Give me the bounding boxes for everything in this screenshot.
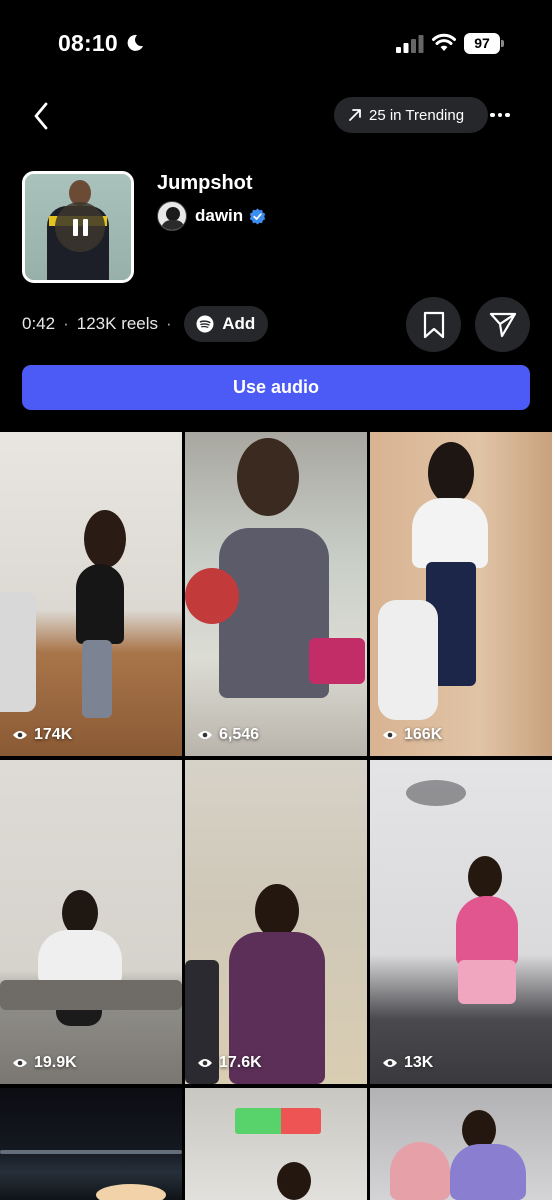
eye-icon (198, 731, 212, 739)
trending-arrow-icon (349, 109, 361, 121)
share-audio-button[interactable] (475, 297, 530, 352)
trending-label: 25 in Trending (369, 106, 465, 124)
eye-icon (13, 731, 27, 739)
back-chevron-icon (34, 102, 48, 130)
add-label: Add (222, 314, 256, 333)
verified-icon (249, 208, 266, 224)
back-button[interactable] (26, 98, 56, 134)
bookmark-icon (423, 311, 444, 338)
view-count-label: 166K (404, 726, 443, 743)
use-audio-button[interactable]: Use audio (22, 365, 530, 410)
spotify-icon (196, 315, 214, 333)
status-time: 08:10 (58, 30, 118, 56)
add-to-spotify-button[interactable]: Add (183, 306, 268, 342)
avatar (157, 201, 187, 231)
status-bar: 08:10 97 (0, 0, 552, 90)
view-count-label: 13K (404, 1054, 434, 1071)
eye-icon (383, 1059, 397, 1067)
trending-badge[interactable]: 25 in Trending (334, 97, 488, 133)
battery-tip (501, 40, 504, 47)
reel-thumbnail[interactable]: 6,546 (185, 432, 367, 756)
audio-cover-art[interactable] (22, 171, 134, 283)
reels-count: 123K reels (76, 314, 159, 333)
eye-icon (383, 731, 397, 739)
battery-level: 97 (464, 33, 500, 54)
eye-icon (13, 1059, 27, 1067)
reel-thumbnail[interactable]: 174K (0, 432, 182, 756)
more-options-button[interactable] (487, 103, 513, 127)
more-icon (490, 112, 495, 118)
moon-icon (127, 34, 143, 51)
reel-thumbnail[interactable] (0, 1088, 182, 1200)
audio-meta: 0:42 · 123K reels · Add (22, 306, 268, 342)
eye-icon (198, 1059, 212, 1067)
view-count: 13K (382, 1054, 433, 1072)
separator-dot: · (166, 314, 172, 333)
save-audio-button[interactable] (406, 297, 461, 352)
view-count: 166K (382, 726, 442, 744)
view-count-label: 19.9K (34, 1054, 77, 1071)
reel-thumbnail[interactable]: 166K (370, 432, 552, 756)
artist-name: dawin (195, 206, 244, 225)
audio-duration: 0:42 (22, 314, 56, 333)
pause-icon (72, 218, 78, 236)
view-count-label: 6,546 (219, 726, 260, 743)
reel-thumbnail[interactable] (185, 1088, 367, 1200)
battery-indicator: 97 (464, 33, 504, 54)
view-count-label: 174K (34, 726, 73, 743)
reel-thumbnail[interactable]: 19.9K (0, 760, 182, 1084)
view-count: 17.6K (197, 1054, 262, 1072)
reel-thumbnail[interactable]: 17.6K (185, 760, 367, 1084)
artist-link[interactable]: dawin (157, 201, 266, 231)
reels-grid: 174K 6,546 166K 19.9K 17.6K 13K (0, 432, 552, 1200)
pause-button[interactable] (55, 202, 105, 252)
view-count: 6,546 (197, 726, 259, 744)
separator-dot: · (63, 314, 69, 333)
view-count: 174K (12, 726, 72, 744)
view-count: 19.9K (12, 1054, 77, 1072)
reel-thumbnail[interactable] (370, 1088, 552, 1200)
signal-icon (396, 35, 424, 53)
reel-thumbnail[interactable]: 13K (370, 760, 552, 1084)
view-count-label: 17.6K (219, 1054, 262, 1071)
wifi-icon (432, 33, 456, 51)
song-title: Jumpshot (157, 172, 253, 194)
send-icon (489, 312, 516, 337)
